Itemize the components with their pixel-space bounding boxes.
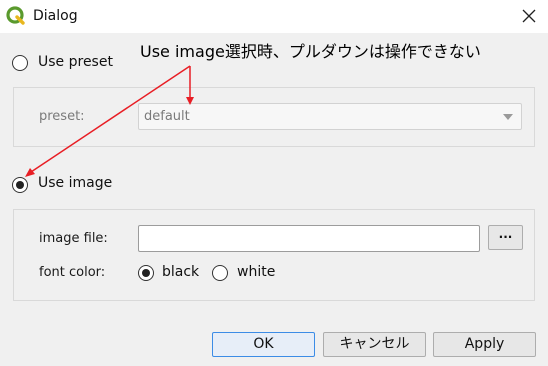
annotation-arrowhead-radio <box>25 168 35 177</box>
annotation-arrowhead-dropdown <box>186 97 194 105</box>
annotation-line-to-radio <box>30 65 191 173</box>
annotation-arrows <box>25 65 194 177</box>
